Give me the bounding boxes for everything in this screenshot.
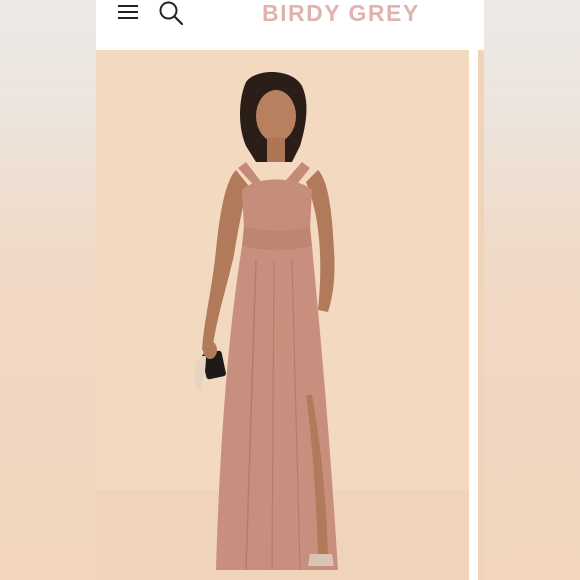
background-blur-right bbox=[484, 0, 580, 580]
carousel-gap bbox=[469, 50, 478, 580]
next-image-peek[interactable] bbox=[478, 50, 484, 580]
background-blur-left bbox=[0, 0, 96, 580]
brand-logo[interactable]: BIRDY GREY bbox=[262, 0, 420, 26]
search-icon[interactable] bbox=[158, 0, 184, 26]
menu-icon[interactable] bbox=[116, 0, 140, 24]
app-header: BIRDY GREY bbox=[96, 0, 484, 50]
app-screen: BIRDY GREY bbox=[96, 0, 484, 580]
product-image[interactable] bbox=[96, 50, 469, 580]
